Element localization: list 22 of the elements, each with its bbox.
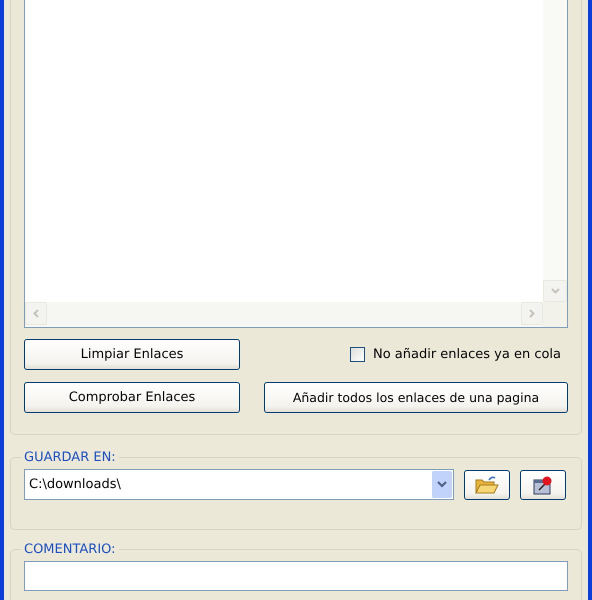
save-path-dropdown[interactable]: C:\downloads\	[24, 469, 454, 500]
check-links-button[interactable]: Comprobar Enlaces	[24, 382, 240, 413]
chevron-down-icon	[550, 288, 560, 294]
vertical-scrollbar[interactable]	[543, 0, 567, 302]
save-to-legend: GUARDAR EN:	[21, 450, 119, 465]
clear-links-button[interactable]: Limpiar Enlaces	[24, 339, 240, 370]
skip-queued-checkbox[interactable]: No añadir enlaces ya en cola	[350, 347, 561, 362]
pinned-window-icon	[532, 474, 554, 494]
comment-legend: COMENTARIO:	[21, 542, 119, 557]
scroll-right-button[interactable]	[521, 302, 543, 325]
scrollbar-corner	[543, 302, 567, 327]
links-list[interactable]	[24, 0, 568, 328]
open-folder-button[interactable]	[464, 470, 510, 500]
chevron-right-icon	[529, 309, 535, 318]
scroll-left-button[interactable]	[25, 302, 47, 325]
folder-icon	[475, 474, 499, 494]
add-all-links-button[interactable]: Añadir todos los enlaces de una pagina	[264, 382, 568, 413]
scroll-down-button[interactable]	[543, 280, 567, 302]
comment-field[interactable]	[24, 561, 568, 591]
horizontal-scrollbar[interactable]	[25, 302, 567, 327]
chevron-left-icon	[33, 309, 39, 318]
pin-button[interactable]	[520, 470, 566, 500]
